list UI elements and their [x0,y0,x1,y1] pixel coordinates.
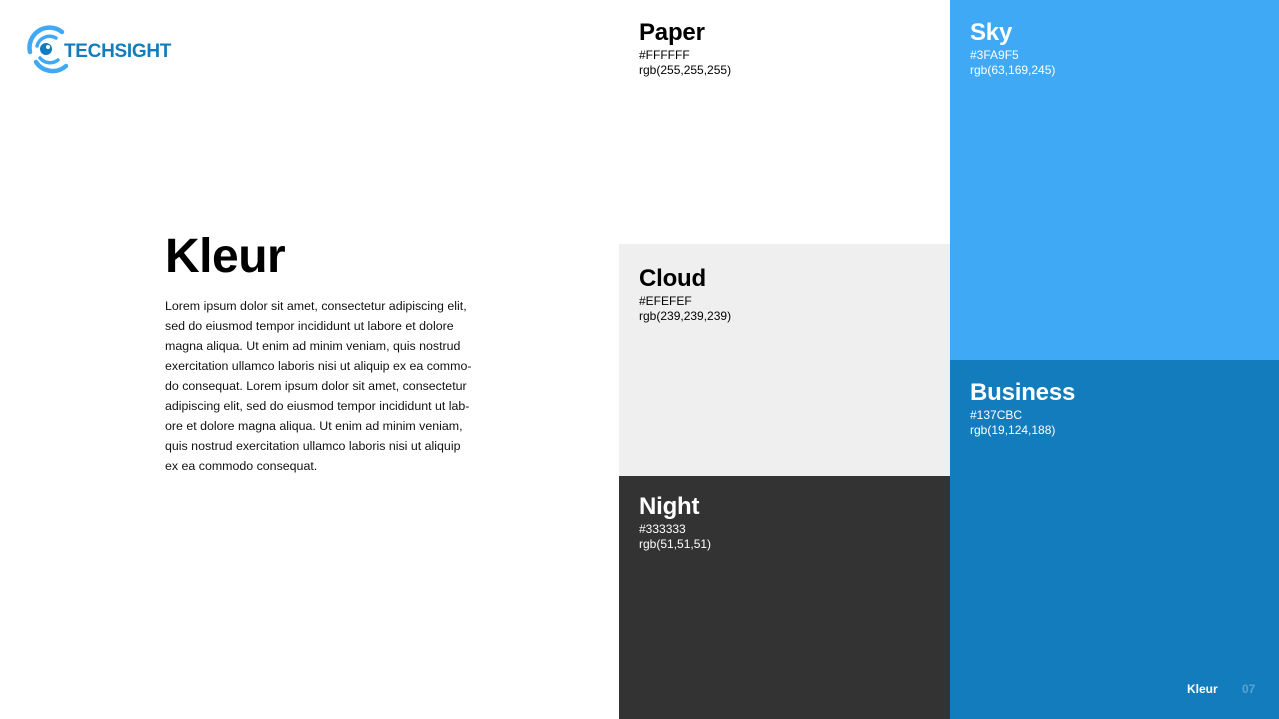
swatch-hex: #FFFFFF [639,48,690,62]
swatch-cloud: Cloud #EFEFEF rgb(239,239,239) [619,244,950,476]
swatch-name: Night [639,493,700,520]
swatch-name: Paper [639,19,705,46]
swatch-business: Business #137CBC rgb(19,124,188) [950,360,1279,719]
swatch-rgb: rgb(239,239,239) [639,309,732,323]
intro-paragraph: Lorem ipsum dolor sit amet, consectetur … [165,299,472,473]
page-title: Kleur [165,230,286,283]
swatch-hex: #EFEFEF [639,294,692,308]
swatch-name: Business [970,379,1076,406]
swatch-name: Cloud [639,265,706,292]
footer-section-label: Kleur [1187,682,1218,696]
swatch-name: Sky [970,19,1013,46]
swatch-rgb: rgb(63,169,245) [970,63,1056,77]
swatch-night: Night #333333 rgb(51,51,51) [619,476,950,719]
swatch-sky: Sky #3FA9F5 rgb(63,169,245) [950,0,1279,360]
swatch-hex: #137CBC [970,408,1023,422]
swatch-rgb: rgb(255,255,255) [639,63,732,77]
logo-text: TECHSIGHT [64,41,172,62]
intro-section: Kleur Lorem ipsum dolor sit amet, consec… [165,226,475,476]
techsight-logo: TECHSIGHT [22,22,171,78]
swatch-hex: #333333 [639,522,686,536]
swatch-rgb: rgb(51,51,51) [639,537,712,551]
swatch-rgb: rgb(19,124,188) [970,423,1056,437]
swatch-hex: #3FA9F5 [970,48,1019,62]
swatch-paper: Paper #FFFFFF rgb(255,255,255) [619,0,950,244]
page-number: 07 [1242,682,1256,696]
